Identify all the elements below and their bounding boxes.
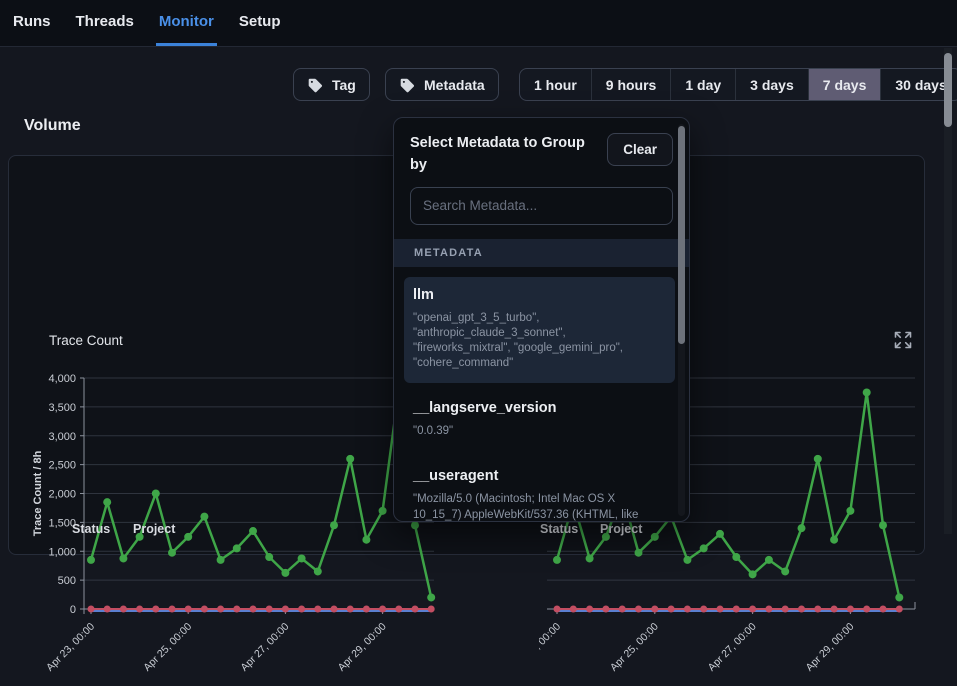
metadata-item-values: "openai_gpt_3_5_turbo", "anthropic_claud… — [413, 311, 666, 372]
page-scrollbar-thumb[interactable] — [944, 53, 952, 127]
metadata-item-__useragent[interactable]: __useragent "Mozilla/5.0 (Macintosh; Inte… — [404, 458, 675, 522]
time-range-3-days[interactable]: 3 days — [735, 69, 808, 100]
time-range-1-day[interactable]: 1 day — [670, 69, 735, 100]
metadata-item-key: __langserve_version — [413, 400, 666, 416]
metadata-item-values: "0.0.39" — [413, 424, 666, 439]
metadata-group-dropdown: Select Metadata to Group by Clear METADA… — [393, 117, 690, 522]
tab-setup[interactable]: Setup — [236, 0, 284, 46]
tab-runs[interactable]: Runs — [10, 0, 54, 46]
tag-icon — [399, 77, 415, 93]
svg-text:0: 0 — [70, 604, 76, 616]
svg-text:2,500: 2,500 — [48, 460, 76, 472]
svg-text:Apr 29, 00:00: Apr 29, 00:00 — [336, 621, 389, 674]
svg-text:Trace Count / 8h: Trace Count / 8h — [32, 450, 44, 536]
tab-monitor[interactable]: Monitor — [156, 0, 217, 46]
search-metadata-input[interactable] — [410, 187, 673, 225]
time-range-1-hour[interactable]: 1 hour — [520, 69, 591, 100]
metadata-item-key: __useragent — [413, 468, 666, 484]
metadata-button-label: Metadata — [424, 77, 485, 93]
metadata-item-__langserve_version[interactable]: __langserve_version "0.0.39" — [404, 390, 675, 451]
metadata-item-values: "Mozilla/5.0 (Macintosh; Intel Mac OS X … — [413, 492, 666, 522]
svg-text:Apr 27, 00:00: Apr 27, 00:00 — [238, 621, 291, 674]
svg-text:Apr 25, 00:00: Apr 25, 00:00 — [141, 621, 194, 674]
tag-icon — [307, 77, 323, 93]
metadata-item-key: llm — [413, 287, 666, 303]
time-range-selector: 1 hour9 hours1 day3 days7 days30 days — [519, 68, 957, 101]
tag-filter-button[interactable]: Tag — [293, 68, 370, 101]
dropdown-scrollbar-thumb[interactable] — [678, 126, 685, 344]
metadata-filter-button[interactable]: Metadata — [385, 68, 499, 101]
svg-text:4,000: 4,000 — [48, 373, 76, 385]
svg-text:3,000: 3,000 — [48, 431, 76, 443]
svg-text:Apr 23, 00:00: Apr 23, 00:00 — [539, 621, 563, 674]
svg-text:500: 500 — [58, 575, 76, 587]
section-title: Volume — [24, 117, 81, 135]
svg-text:2,000: 2,000 — [48, 489, 76, 501]
metadata-item-llm[interactable]: llm "openai_gpt_3_5_turbo", "anthropic_cl… — [404, 277, 675, 384]
nav-tabs: Runs Threads Monitor Setup — [10, 0, 284, 46]
dropdown-title: Select Metadata to Group by — [410, 133, 597, 177]
clear-button[interactable]: Clear — [607, 133, 673, 166]
tag-button-label: Tag — [332, 77, 356, 93]
svg-text:3,500: 3,500 — [48, 402, 76, 414]
svg-text:1,000: 1,000 — [48, 546, 76, 558]
time-range-7-days[interactable]: 7 days — [808, 69, 881, 100]
metadata-section-header: METADATA — [394, 239, 689, 267]
dropdown-header: Select Metadata to Group by Clear — [394, 118, 689, 177]
svg-text:Apr 23, 00:00: Apr 23, 00:00 — [44, 621, 97, 674]
svg-text:Apr 29, 00:00: Apr 29, 00:00 — [803, 621, 856, 674]
time-range-9-hours[interactable]: 9 hours — [591, 69, 671, 100]
metadata-items-list: llm "openai_gpt_3_5_turbo", "anthropic_cl… — [394, 267, 689, 523]
trace-count-chart-title: Trace Count — [49, 333, 123, 348]
top-nav: Runs Threads Monitor Setup — [0, 0, 957, 47]
tab-threads[interactable]: Threads — [73, 0, 137, 46]
svg-text:Apr 27, 00:00: Apr 27, 00:00 — [706, 621, 759, 674]
svg-text:Apr 25, 00:00: Apr 25, 00:00 — [608, 621, 661, 674]
expand-chart-icon[interactable] — [893, 330, 915, 352]
